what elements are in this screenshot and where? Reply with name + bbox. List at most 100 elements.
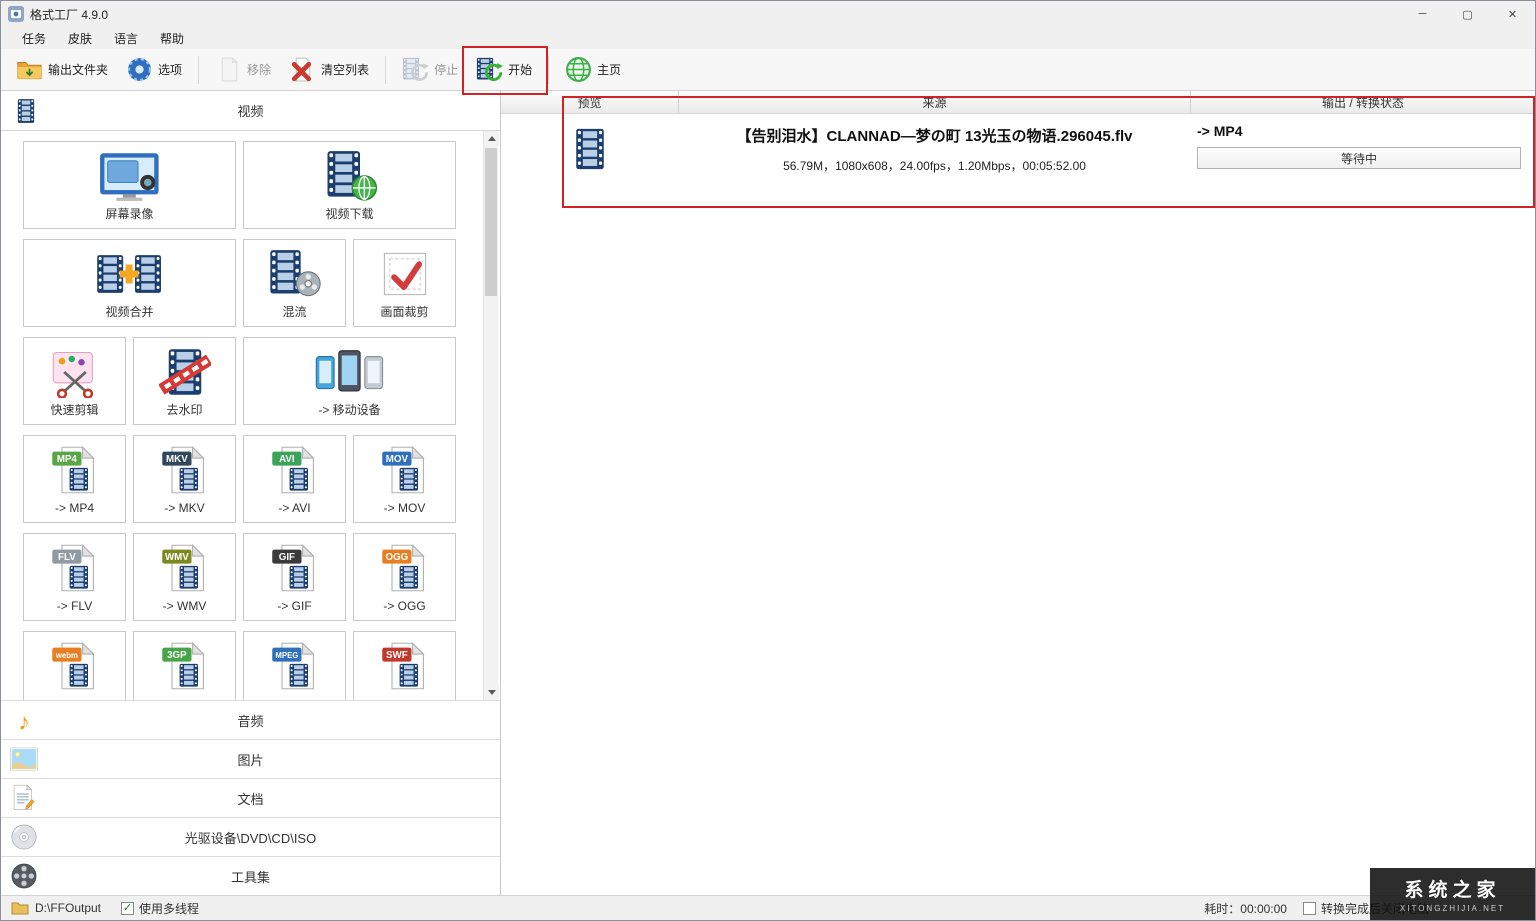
folder-icon: [11, 901, 29, 915]
home-button[interactable]: 主页: [556, 51, 630, 88]
section-audio[interactable]: ♪音频: [1, 700, 500, 739]
ogg-file-icon: OGG: [369, 542, 441, 594]
menu-tasks[interactable]: 任务: [11, 27, 57, 50]
sidebar-scrollbar[interactable]: [483, 131, 498, 700]
card-to-ogg[interactable]: OGG -> OGG: [353, 533, 456, 621]
card-remove-watermark[interactable]: 去水印: [133, 337, 236, 425]
sidebar: 视频 屏幕录像视频下载视频合并混流 画面裁剪快速剪辑去水印 -> 移动设备 MP4 ->…: [1, 91, 501, 895]
column-header-preview[interactable]: 预览: [501, 91, 678, 113]
card-to-mkv[interactable]: MKV -> MKV: [133, 435, 236, 523]
section-rom-device[interactable]: 光驱设备\DVD\CD\ISO: [1, 817, 500, 856]
film-preview-icon: [568, 125, 612, 173]
webm-file-icon: webm: [39, 640, 111, 692]
site-watermark: 系统之家 XITONGZHIJIA.NET: [1370, 868, 1535, 920]
output-folder-button-label: 输出文件夹: [48, 61, 108, 78]
section-document[interactable]: 文档: [1, 778, 500, 817]
table-row[interactable]: 【告别泪水】CLANNAD—梦の町 13光玉の物语.296045.flv 56.…: [501, 114, 1535, 216]
column-header-output-status[interactable]: 输出 / 转换状态: [1191, 91, 1535, 113]
section-toolset[interactable]: 工具集: [1, 856, 500, 895]
scroll-down-arrow[interactable]: [484, 685, 499, 700]
window-title: 格式工厂 4.9.0: [30, 6, 108, 23]
menu-language[interactable]: 语言: [103, 27, 149, 50]
options-button[interactable]: 选项: [117, 51, 191, 88]
multithread-checkbox[interactable]: ✓: [121, 902, 134, 915]
card-video-merge[interactable]: 视频合并: [23, 239, 236, 327]
card-webm[interactable]: webm: [23, 631, 126, 700]
multithread-label: 使用多线程: [139, 900, 199, 917]
output-path-area[interactable]: D:\FFOutput: [11, 901, 101, 915]
card-to-gif-label: -> GIF: [277, 599, 311, 613]
card-mux-label: 混流: [282, 305, 306, 319]
close-button[interactable]: ✕: [1490, 1, 1535, 27]
section-picture[interactable]: 图片: [1, 739, 500, 778]
mkv-file-icon: MKV: [149, 444, 221, 496]
card-crop[interactable]: 画面裁剪: [353, 239, 456, 327]
card-to-avi[interactable]: AVI -> AVI: [243, 435, 346, 523]
card-to-avi-label: -> AVI: [278, 501, 310, 515]
column-header-source[interactable]: 来源: [678, 91, 1191, 113]
output-path: D:\FFOutput: [35, 901, 101, 915]
card-video-download[interactable]: 视频下载: [243, 141, 456, 229]
remove-page-icon: [215, 56, 242, 83]
card-to-flv-label: -> FLV: [57, 599, 92, 613]
output-cell: -> MP4 等待中: [1191, 114, 1535, 216]
section-document-label: 文档: [237, 789, 263, 808]
multithread-option[interactable]: ✓ 使用多线程: [121, 900, 199, 917]
triangle-up-icon: [488, 136, 496, 141]
section-toolset-label: 工具集: [231, 867, 270, 886]
card-to-ogg-label: -> OGG: [383, 599, 425, 613]
menu-help[interactable]: 帮助: [149, 27, 195, 50]
clear-list-button[interactable]: 清空列表: [280, 51, 378, 88]
card-to-gif[interactable]: GIF-> GIF: [243, 533, 346, 621]
card-to-wmv[interactable]: WMV-> WMV: [133, 533, 236, 621]
cards-grid: 屏幕录像视频下载视频合并混流 画面裁剪快速剪辑去水印 -> 移动设备 MP4 -> MP…: [23, 141, 456, 700]
remove-watermark-icon: [149, 346, 221, 398]
card-screen-record[interactable]: 屏幕录像: [23, 141, 236, 229]
toolbar: 输出文件夹选项移除清空列表停止开始主页: [1, 49, 1535, 91]
shutdown-checkbox[interactable]: [1303, 902, 1316, 915]
card-mpeg[interactable]: MPEG: [243, 631, 346, 700]
start-film-icon: [476, 56, 503, 83]
elapsed-time: 耗时：00:00:00: [1204, 900, 1287, 917]
mpeg-file-icon: MPEG: [259, 640, 331, 692]
menu-skin[interactable]: 皮肤: [57, 27, 103, 50]
card-to-flv[interactable]: FLV -> FLV: [23, 533, 126, 621]
card-quick-clip[interactable]: 快速剪辑: [23, 337, 126, 425]
minimize-button[interactable]: ─: [1400, 1, 1445, 27]
output-folder-button[interactable]: 输出文件夹: [7, 51, 117, 88]
content-area: 视频 屏幕录像视频下载视频合并混流 画面裁剪快速剪辑去水印 -> 移动设备 MP4 ->…: [1, 91, 1535, 895]
card-to-mp4-label: -> MP4: [55, 501, 94, 515]
svg-text:MPEG: MPEG: [275, 650, 298, 659]
status-button[interactable]: 等待中: [1197, 147, 1521, 169]
swf-file-icon: SWF: [369, 640, 441, 692]
source-filename: 【告别泪水】CLANNAD—梦の町 13光玉の物语.296045.flv: [737, 125, 1133, 146]
mp4-file-icon: MP4: [39, 444, 111, 496]
section-picture-label: 图片: [237, 750, 263, 769]
card-to-mov[interactable]: MOV-> MOV: [353, 435, 456, 523]
scrollbar-thumb[interactable]: [485, 148, 497, 296]
svg-text:FLV: FLV: [58, 551, 76, 562]
source-cell: 【告别泪水】CLANNAD—梦の町 13光玉の物语.296045.flv 56.…: [678, 114, 1191, 216]
card-to-mobile[interactable]: -> 移动设备: [243, 337, 456, 425]
source-details: 56.79M，1080x608，24.00fps，1.20Mbps，00:05:…: [783, 157, 1086, 174]
card-swf[interactable]: SWF: [353, 631, 456, 700]
maximize-button[interactable]: ▢: [1445, 1, 1490, 27]
card-remove-watermark-label: 去水印: [166, 403, 202, 417]
statusbar: D:\FFOutput ✓ 使用多线程 耗时：00:00:00 转换完成后关闭电…: [1, 895, 1535, 920]
card-to-mp4[interactable]: MP4 -> MP4: [23, 435, 126, 523]
svg-text:OGG: OGG: [385, 551, 408, 562]
avi-file-icon: AVI: [259, 444, 331, 496]
toolbar-separator: [198, 56, 199, 84]
toolbar-separator: [548, 56, 549, 84]
card-to-mkv-label: -> MKV: [164, 501, 204, 515]
mux-icon: [259, 248, 331, 300]
scroll-up-arrow[interactable]: [484, 131, 499, 146]
start-button[interactable]: 开始: [467, 51, 541, 88]
tab-video[interactable]: 视频: [1, 91, 500, 131]
mobile-devices-icon: [314, 346, 386, 398]
stop-button-label: 停止: [434, 61, 458, 78]
card-mux[interactable]: 混流: [243, 239, 346, 327]
screen-record-icon: [94, 150, 166, 202]
card-3gp[interactable]: 3GP: [133, 631, 236, 700]
app-window: 格式工厂 4.9.0 ─ ▢ ✕ 任务皮肤语言帮助 输出文件夹选项移除清空列表停…: [0, 0, 1536, 921]
